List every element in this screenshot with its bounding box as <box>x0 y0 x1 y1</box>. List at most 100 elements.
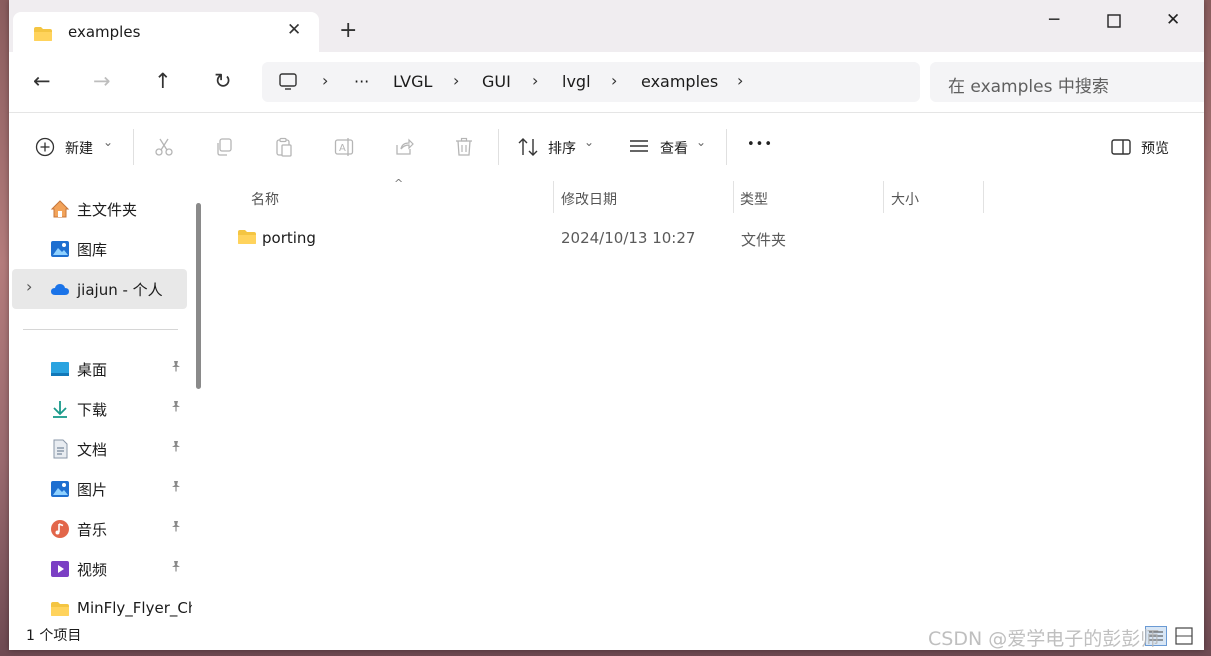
music-icon <box>51 520 69 538</box>
back-button[interactable]: ← <box>33 70 51 92</box>
navigation-pane: 主文件夹 图库 › jiajun - 个人 桌面 下载 文档 图片 音乐 视频 … <box>9 181 209 621</box>
pin-icon[interactable] <box>170 520 182 535</box>
address-bar[interactable]: › ··· LVGL › GUI › lvgl › examples › <box>262 62 920 102</box>
sidebar-item-label: jiajun - 个人 <box>77 281 163 299</box>
delete-icon[interactable] <box>454 137 474 157</box>
tab-title: examples <box>68 23 141 41</box>
breadcrumb-gui[interactable]: GUI <box>482 72 511 91</box>
sort-icon <box>518 138 538 156</box>
close-window-button[interactable]: ✕ <box>1166 10 1180 30</box>
breadcrumb-separator: › <box>322 71 329 90</box>
file-type: 文件夹 <box>741 231 787 249</box>
breadcrumb-separator: › <box>737 71 744 90</box>
sort-caret-icon: ^ <box>394 177 404 190</box>
gallery-icon <box>51 241 69 257</box>
sidebar-item-gallery[interactable]: 图库 <box>12 229 187 269</box>
rename-icon[interactable]: A <box>334 137 354 157</box>
sidebar-item-documents[interactable]: 文档 <box>12 429 187 469</box>
view-button[interactable]: 查看 <box>660 138 688 158</box>
minimize-button[interactable]: ─ <box>1049 10 1059 30</box>
pin-icon <box>172 361 180 372</box>
file-name: porting <box>262 229 316 247</box>
desktop-icon <box>51 362 69 376</box>
column-divider[interactable] <box>983 181 984 213</box>
add-icon <box>35 137 55 157</box>
search-box[interactable]: 在 examples 中搜索 <box>930 62 1204 102</box>
search-placeholder: 在 examples 中搜索 <box>948 77 1109 97</box>
expand-chevron-icon[interactable]: › <box>26 277 32 296</box>
pin-icon[interactable] <box>170 560 182 575</box>
chevron-down-icon: ⌄ <box>584 135 595 149</box>
pin-icon[interactable] <box>170 480 182 495</box>
file-list: ^ 名称 修改日期 类型 大小 porting 2024/10/13 10:27… <box>209 177 1204 621</box>
sidebar-item-downloads[interactable]: 下载 <box>12 389 187 429</box>
sidebar-item-label: 下载 <box>77 401 108 419</box>
sidebar-item-pictures[interactable]: 图片 <box>12 469 187 509</box>
pin-icon[interactable] <box>170 360 182 375</box>
table-row[interactable]: porting 2024/10/13 10:27 文件夹 <box>232 221 992 255</box>
more-options-button[interactable]: ••• <box>747 137 773 152</box>
title-bar: examples ✕ + ─ ✕ <box>9 0 1204 52</box>
preview-button[interactable]: 预览 <box>1141 138 1169 158</box>
maximize-icon <box>1107 14 1121 28</box>
pin-icon <box>172 401 180 412</box>
tiles-view-icon[interactable] <box>1175 627 1193 645</box>
breadcrumb-separator: › <box>532 71 539 90</box>
paste-icon[interactable] <box>274 137 294 157</box>
share-icon[interactable] <box>394 137 414 157</box>
sort-button[interactable]: 排序 <box>548 138 576 158</box>
column-header-type[interactable]: 类型 <box>740 189 768 209</box>
pin-icon <box>172 481 180 492</box>
chevron-down-icon: ⌄ <box>103 135 114 149</box>
video-icon <box>51 561 69 577</box>
folder-icon <box>51 602 69 616</box>
tab-examples[interactable]: examples ✕ <box>13 12 319 52</box>
chevron-down-icon: ⌄ <box>696 135 707 149</box>
sidebar-item-videos[interactable]: 视频 <box>12 549 187 589</box>
divider <box>133 129 134 165</box>
command-bar: 新建 ⌄ A 排序 ⌄ 查看 ⌄ ••• 预览 <box>9 112 1204 182</box>
tab-close-button[interactable]: ✕ <box>287 20 301 40</box>
column-divider[interactable] <box>553 181 554 213</box>
column-divider[interactable] <box>883 181 884 213</box>
home-icon <box>50 200 70 218</box>
file-modified: 2024/10/13 10:27 <box>561 229 696 247</box>
column-divider[interactable] <box>733 181 734 213</box>
pin-icon[interactable] <box>170 440 182 455</box>
breadcrumb-overflow-button[interactable]: ··· <box>354 72 369 91</box>
up-button[interactable]: ↑ <box>154 70 172 92</box>
column-header-size[interactable]: 大小 <box>891 189 919 209</box>
new-tab-button[interactable]: + <box>339 20 357 42</box>
sidebar-item-label: 桌面 <box>77 361 108 379</box>
column-header-modified[interactable]: 修改日期 <box>561 189 617 209</box>
pin-icon <box>172 521 180 532</box>
sidebar-item-label: 主文件夹 <box>77 201 138 219</box>
view-icon <box>630 140 648 152</box>
pin-icon[interactable] <box>170 400 182 415</box>
forward-button[interactable]: → <box>93 70 111 92</box>
sidebar-item-label: 图库 <box>77 241 108 259</box>
sidebar-item-music[interactable]: 音乐 <box>12 509 187 549</box>
column-header-name[interactable]: 名称 <box>251 189 279 209</box>
watermark-text: CSDN @爱学电子的彭彭师 <box>928 628 1160 650</box>
picture-icon <box>51 481 69 497</box>
sidebar-item-label: 文档 <box>77 441 108 459</box>
sidebar-item-home[interactable]: 主文件夹 <box>12 189 187 229</box>
copy-icon[interactable] <box>214 137 234 157</box>
svg-text:A: A <box>339 143 346 154</box>
cloud-icon <box>51 284 69 295</box>
maximize-button[interactable] <box>1107 10 1121 33</box>
sidebar-divider <box>23 329 178 330</box>
refresh-button[interactable]: ↻ <box>214 70 232 92</box>
sidebar-scrollbar[interactable] <box>196 203 201 389</box>
sidebar-item-onedrive[interactable]: › jiajun - 个人 <box>12 269 187 309</box>
sidebar-item-desktop[interactable]: 桌面 <box>12 349 187 389</box>
cut-icon[interactable] <box>154 137 174 157</box>
new-button[interactable]: 新建 <box>65 138 93 158</box>
divider <box>498 129 499 165</box>
breadcrumb-examples[interactable]: examples <box>641 72 718 91</box>
pin-icon <box>172 441 180 452</box>
breadcrumb-lvgl[interactable]: LVGL <box>393 72 432 91</box>
breadcrumb-lvgl-lower[interactable]: lvgl <box>562 72 591 91</box>
navigation-bar: ← → ↑ ↻ › ··· LVGL › GUI › lvgl › exampl… <box>9 52 1204 112</box>
